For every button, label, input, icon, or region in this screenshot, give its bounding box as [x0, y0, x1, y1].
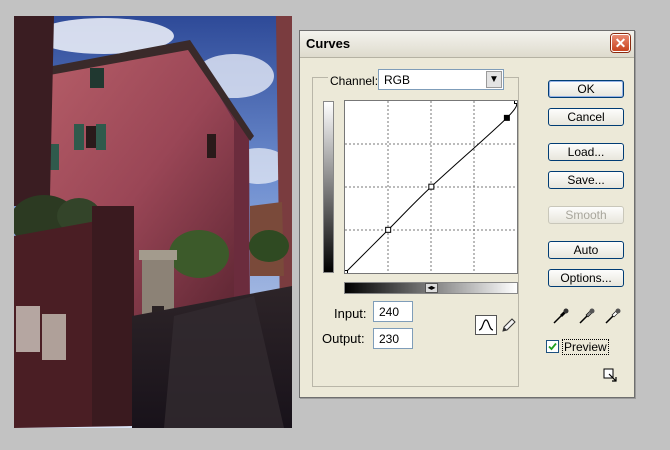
- save-button[interactable]: Save...: [548, 171, 624, 189]
- curve-point[interactable]: [345, 270, 348, 274]
- preview-checkbox[interactable]: [546, 340, 559, 353]
- channel-select[interactable]: RGB ▼: [378, 69, 504, 90]
- output-label: Output:: [322, 331, 365, 346]
- dropdown-arrow-icon[interactable]: ▼: [486, 71, 502, 88]
- cancel-button[interactable]: Cancel: [548, 108, 624, 126]
- dialog-titlebar[interactable]: Curves ✕: [300, 31, 634, 58]
- ok-button[interactable]: OK: [548, 80, 624, 98]
- channel-label: Channel:: [328, 74, 381, 88]
- curve-point[interactable]: [503, 114, 510, 121]
- input-field[interactable]: 240: [373, 301, 413, 322]
- close-icon[interactable]: ✕: [611, 34, 630, 52]
- pencil-tool-icon[interactable]: [500, 316, 518, 334]
- preview-label[interactable]: Preview: [562, 339, 609, 355]
- load-button[interactable]: Load...: [548, 143, 624, 161]
- output-gradient-bar: [323, 101, 334, 273]
- smooth-button[interactable]: Smooth: [548, 206, 624, 224]
- curve-point[interactable]: [514, 101, 518, 104]
- curve-graph[interactable]: [344, 100, 518, 274]
- checkmark-icon: [548, 342, 557, 351]
- photo-image: [14, 16, 292, 428]
- dialog-title: Curves: [306, 36, 351, 51]
- resize-icon[interactable]: [603, 368, 619, 384]
- curves-dialog: Curves ✕ Channel: RGB ▼ ◂▸ Input: 240 Ou…: [299, 30, 635, 398]
- curve-graph-svg[interactable]: [345, 101, 517, 273]
- curve-tool-icon[interactable]: [475, 315, 497, 335]
- input-gradient-bar: ◂▸: [344, 282, 518, 294]
- photo-canvas: [14, 16, 292, 428]
- options-button[interactable]: Options...: [548, 269, 624, 287]
- channel-value: RGB: [384, 73, 411, 87]
- gradient-toggle-icon[interactable]: ◂▸: [425, 283, 438, 293]
- black-eyedropper-icon[interactable]: [552, 307, 570, 325]
- white-eyedropper-icon[interactable]: [604, 307, 622, 325]
- input-label: Input:: [334, 306, 367, 321]
- output-field[interactable]: 230: [373, 328, 413, 349]
- auto-button[interactable]: Auto: [548, 241, 624, 259]
- gray-eyedropper-icon[interactable]: [578, 307, 596, 325]
- curve-point[interactable]: [428, 183, 435, 190]
- curve-point[interactable]: [385, 226, 392, 233]
